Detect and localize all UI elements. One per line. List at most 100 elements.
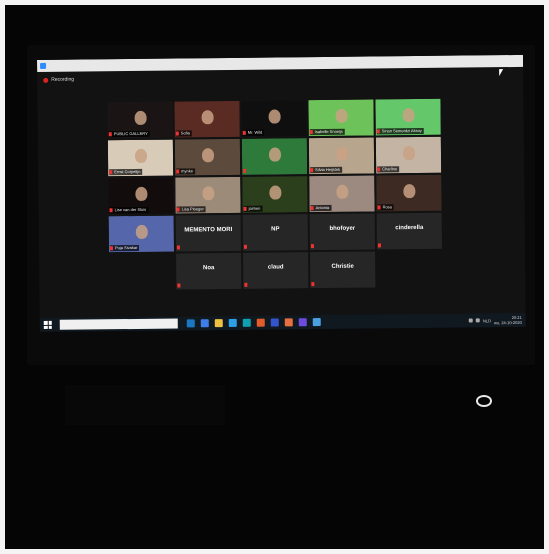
participant-tile[interactable]: NP <box>242 214 309 251</box>
participant-name: cinderella <box>395 224 424 232</box>
participant-name: NP <box>271 226 280 233</box>
language-label[interactable]: NLD <box>483 318 491 323</box>
taskbar-app-icon[interactable] <box>270 318 279 327</box>
recording-indicator[interactable]: Recording <box>43 76 74 84</box>
participant-tile[interactable]: PUBLIC GALLERY <box>107 101 173 139</box>
mouse-cursor-icon <box>499 69 504 77</box>
participant-name: Lisa Ploeger <box>176 206 206 213</box>
participant-tile[interactable]: Lise van der Sluis <box>108 177 174 215</box>
taskbar-app-icon[interactable] <box>284 318 293 327</box>
participant-face <box>402 108 415 123</box>
taskbar-app-icon[interactable] <box>200 319 209 328</box>
taskbar-app-icon[interactable] <box>312 318 321 327</box>
mic-muted-icon <box>310 206 314 211</box>
participant-face <box>201 148 214 163</box>
network-icon[interactable] <box>468 318 473 323</box>
participant-tile[interactable]: mynke <box>174 138 241 176</box>
participant-name: Silvia Heijstek <box>310 166 343 174</box>
gallery-row: Puja Sivakar MEMENTO MORI NP bhofoyer cinder… <box>108 212 442 253</box>
participant-face <box>402 146 415 161</box>
gallery-row: Lise van der Sluis Lisa Ploeger jaimen Anto… <box>108 174 442 215</box>
participant-tile[interactable]: Antonia <box>309 175 375 213</box>
participant-tile[interactable]: claud <box>243 252 309 289</box>
participant-tile[interactable]: Mr. Wild <box>241 100 307 137</box>
participant-name: Mr. Wild <box>242 129 265 136</box>
participant-tile[interactable]: Noa <box>176 252 242 290</box>
participant-face <box>402 184 415 199</box>
windows-start-icon[interactable] <box>43 320 52 329</box>
taskbar-app-icon[interactable] <box>242 318 251 327</box>
volume-icon[interactable] <box>475 318 480 323</box>
gallery-row: Ernst Corpelijn mynke Silvia Heijstek Charl… <box>107 136 442 177</box>
mic-muted-icon <box>243 206 247 211</box>
participant-name: bhofoyer <box>329 225 356 232</box>
desk-reflection <box>65 385 225 425</box>
participant-name: claud <box>267 264 284 271</box>
participant-tile[interactable]: Lisa Ploeger <box>175 176 241 214</box>
mic-muted-icon <box>176 169 180 174</box>
taskbar-app-icon[interactable] <box>214 319 223 328</box>
mic-muted-icon <box>311 282 315 287</box>
participant-name: Isabelle Snoeijs <box>309 128 345 136</box>
taskbar-search-input[interactable] <box>59 318 178 330</box>
mic-muted-icon <box>310 244 314 249</box>
participant-face <box>134 110 147 125</box>
participant-face <box>335 146 348 161</box>
participant-name: MEMENTO MORI <box>184 226 233 234</box>
mic-muted-icon <box>243 244 247 249</box>
taskbar-apps <box>184 318 324 328</box>
participant-tile[interactable]: Puja Sivakar <box>108 215 175 253</box>
mic-muted-icon <box>377 205 381 210</box>
participant-tile[interactable]: bhofoyer <box>309 213 376 251</box>
system-tray: NLD 20:21 wo, 24-10-2020 <box>468 315 522 326</box>
taskbar-app-icon[interactable] <box>186 319 195 328</box>
taskbar-clock[interactable]: 20:21 wo, 24-10-2020 <box>494 315 522 325</box>
mic-muted-icon <box>376 129 380 134</box>
taskbar-app-icon[interactable] <box>228 318 237 328</box>
mic-muted-icon <box>108 132 112 137</box>
participant-tile[interactable]: Charline <box>375 136 442 174</box>
participant-tile[interactable]: cinderella <box>376 212 442 250</box>
taskbar-app-icon[interactable] <box>298 318 307 327</box>
participant-name: Ernst Corpelijn <box>109 168 143 176</box>
taskbar-app-icon[interactable] <box>256 318 265 327</box>
recording-label: Recording <box>51 76 75 83</box>
power-button-icon[interactable] <box>476 395 492 407</box>
participant-name: Sinan Semerdzi Aksoy <box>376 127 424 135</box>
record-icon <box>43 77 49 83</box>
participant-face <box>134 148 147 163</box>
participant-name: Puja Sivakar <box>109 244 140 252</box>
participant-face <box>268 147 281 162</box>
participant-tile[interactable]: Sofia <box>174 100 240 138</box>
participant-name: Christie <box>331 263 354 270</box>
participant-tile[interactable]: MEMENTO MORI <box>175 214 242 252</box>
mic-muted-icon <box>309 130 313 135</box>
participant-tile[interactable]: Silvia Heijstek <box>308 137 375 175</box>
mic-muted-icon <box>242 130 246 135</box>
gallery-row: Noa claud Christie <box>176 251 376 290</box>
participant-face <box>268 185 281 200</box>
participant-tile[interactable]: Ernst Corpelijn <box>107 139 174 177</box>
participant-name: Antonia <box>310 204 332 212</box>
participant-face <box>335 108 348 123</box>
mic-muted-icon <box>109 170 113 175</box>
mic-muted-icon <box>243 168 247 173</box>
zoom-app-icon <box>40 62 47 69</box>
gallery-row: PUBLIC GALLERY Sofia Mr. Wild Isabelle Snoe… <box>107 98 441 139</box>
participant-face <box>201 110 214 125</box>
mic-muted-icon <box>310 168 314 173</box>
participant-name: PUBLIC GALLERY <box>108 130 150 138</box>
participant-tile[interactable]: jaimen <box>242 176 308 213</box>
participant-face <box>201 186 214 201</box>
participant-face <box>268 109 281 124</box>
participant-tile[interactable]: Rosa <box>376 174 442 212</box>
participant-tile[interactable] <box>241 138 308 175</box>
clock-date: wo, 24-10-2020 <box>493 319 522 326</box>
participant-tile[interactable]: Christie <box>310 251 376 289</box>
participant-tile[interactable]: Isabelle Snoeijs <box>308 99 374 137</box>
participant-tile[interactable]: Sinan Semerdzi Aksoy <box>375 98 441 136</box>
mic-muted-icon <box>177 283 181 288</box>
participant-name: Noa <box>202 265 215 272</box>
photo-background: Recording PUBLIC GALLERY Sofia Mr. Wild Isa… <box>5 5 544 549</box>
mic-muted-icon <box>109 208 113 213</box>
